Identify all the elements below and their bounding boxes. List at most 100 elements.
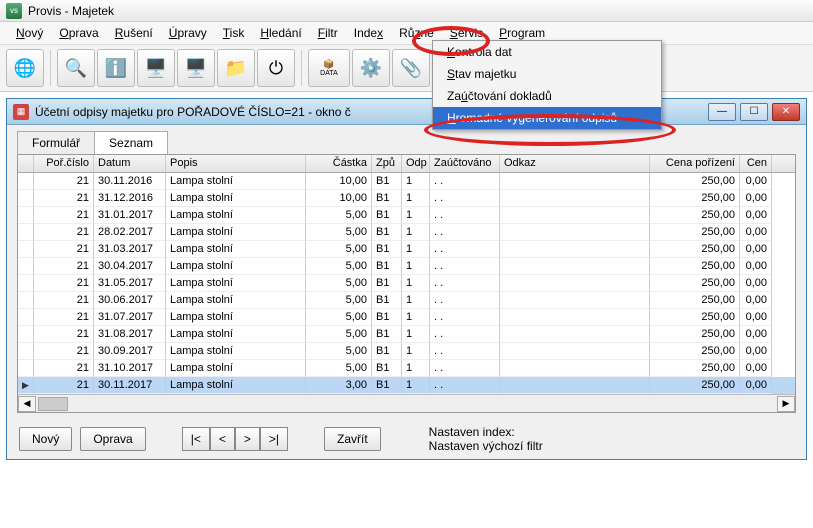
table-row[interactable]: 2128.02.2017Lampa stolní5,00B11. .250,00… bbox=[18, 224, 795, 241]
dropdown-kontrola-dat[interactable]: Kontrola dat bbox=[433, 41, 661, 63]
cell bbox=[18, 292, 34, 309]
cell: ▶ bbox=[18, 377, 34, 394]
toolbar-data-icon[interactable]: 📦DATA bbox=[308, 49, 350, 87]
toolbar-info-icon[interactable]: ℹ️ bbox=[97, 49, 135, 87]
toolbar-search-icon[interactable]: 🔍 bbox=[57, 49, 95, 87]
table-row[interactable]: 2131.01.2017Lampa stolní5,00B11. .250,00… bbox=[18, 207, 795, 224]
table-row[interactable]: 2131.05.2017Lampa stolní5,00B11. .250,00… bbox=[18, 275, 795, 292]
cell: 21 bbox=[34, 258, 94, 275]
toolbar-pc1-icon[interactable]: 🖥️ bbox=[137, 49, 175, 87]
cell: B1 bbox=[372, 207, 402, 224]
horizontal-scrollbar[interactable]: ◀ ▶ bbox=[18, 394, 795, 412]
subwindow-close-button[interactable]: ✕ bbox=[772, 103, 800, 121]
cell: 0,00 bbox=[740, 377, 772, 394]
cell: 21 bbox=[34, 343, 94, 360]
nav-next-button[interactable]: > bbox=[235, 427, 260, 451]
dropdown-stav-majetku[interactable]: Stav majetku bbox=[433, 63, 661, 85]
data-grid: Poř.číslo Datum Popis Částka Způ Odp Zaú… bbox=[17, 154, 796, 413]
table-row[interactable]: 2131.03.2017Lampa stolní5,00B11. .250,00… bbox=[18, 241, 795, 258]
table-row[interactable]: 2131.10.2017Lampa stolní5,00B11. .250,00… bbox=[18, 360, 795, 377]
cell bbox=[18, 326, 34, 343]
cell: B1 bbox=[372, 360, 402, 377]
menu-index[interactable]: Index bbox=[346, 24, 391, 42]
cell: 21 bbox=[34, 377, 94, 394]
cell: 21 bbox=[34, 292, 94, 309]
scroll-thumb[interactable] bbox=[38, 397, 68, 411]
cell: 21 bbox=[34, 275, 94, 292]
menu-upravy[interactable]: Úpravy bbox=[161, 24, 215, 42]
toolbar-globe-icon[interactable]: 🌐 bbox=[6, 49, 44, 87]
scroll-left-icon[interactable]: ◀ bbox=[18, 396, 36, 412]
nav-first-button[interactable]: |< bbox=[182, 427, 210, 451]
col-odkaz[interactable]: Odkaz bbox=[500, 155, 650, 172]
cell: . . bbox=[430, 309, 500, 326]
toolbar-gear-icon[interactable]: ⚙️ bbox=[352, 49, 390, 87]
menu-tisk[interactable]: Tisk bbox=[215, 24, 253, 42]
cell: Lampa stolní bbox=[166, 292, 306, 309]
col-odp[interactable]: Odp bbox=[402, 155, 430, 172]
nav-last-button[interactable]: >| bbox=[260, 427, 288, 451]
subwindow: ▦ Účetní odpisy majetku pro POŘADOVÉ ČÍS… bbox=[6, 98, 807, 460]
toolbar-folder-icon[interactable]: 📁 bbox=[217, 49, 255, 87]
table-row[interactable]: 2131.08.2017Lampa stolní5,00B11. .250,00… bbox=[18, 326, 795, 343]
cell: 250,00 bbox=[650, 377, 740, 394]
cell bbox=[18, 258, 34, 275]
cell: 250,00 bbox=[650, 275, 740, 292]
toolbar-pc2-icon[interactable]: 🖥️ bbox=[177, 49, 215, 87]
table-row[interactable]: 2130.11.2016Lampa stolní10,00B11. .250,0… bbox=[18, 173, 795, 190]
menu-hledani[interactable]: Hledání bbox=[252, 24, 309, 42]
tab-formular[interactable]: Formulář bbox=[17, 131, 95, 154]
cell: . . bbox=[430, 377, 500, 394]
menu-ruseni[interactable]: Rušení bbox=[107, 24, 161, 42]
cell: . . bbox=[430, 173, 500, 190]
cell: Lampa stolní bbox=[166, 275, 306, 292]
col-popis[interactable]: Popis bbox=[166, 155, 306, 172]
status-line-1: Nastaven index: bbox=[429, 425, 543, 439]
menu-ruzne-dropdown: Kontrola dat Stav majetku Zaúčtování dok… bbox=[432, 40, 662, 130]
dropdown-zauctovani-dokladu[interactable]: Zaúčtování dokladů bbox=[433, 85, 661, 107]
col-zpu[interactable]: Způ bbox=[372, 155, 402, 172]
cell bbox=[500, 292, 650, 309]
col-por-cislo[interactable]: Poř.číslo bbox=[34, 155, 94, 172]
table-row[interactable]: 2130.06.2017Lampa stolní5,00B11. .250,00… bbox=[18, 292, 795, 309]
cell bbox=[18, 207, 34, 224]
col-marker[interactable] bbox=[18, 155, 34, 172]
tab-seznam[interactable]: Seznam bbox=[94, 131, 168, 154]
bottom-bar: Nový Oprava |< < > >| Zavřít Nastaven in… bbox=[7, 419, 806, 459]
cell bbox=[500, 360, 650, 377]
dropdown-hromadne-vygenerovani[interactable]: Hromadné vygenerování odpisů bbox=[433, 107, 661, 129]
oprava-button[interactable]: Oprava bbox=[80, 427, 145, 451]
cell: Lampa stolní bbox=[166, 309, 306, 326]
col-castka[interactable]: Částka bbox=[306, 155, 372, 172]
grid-header-row: Poř.číslo Datum Popis Částka Způ Odp Zaú… bbox=[18, 155, 795, 173]
menu-novy[interactable]: Nový bbox=[8, 24, 51, 42]
table-row[interactable]: 2130.09.2017Lampa stolní5,00B11. .250,00… bbox=[18, 343, 795, 360]
table-row[interactable]: ▶2130.11.2017Lampa stolní3,00B11. .250,0… bbox=[18, 377, 795, 394]
subwindow-maximize-button[interactable]: ☐ bbox=[740, 103, 768, 121]
cell: B1 bbox=[372, 275, 402, 292]
toolbar-power-icon[interactable]: ⏻ bbox=[257, 49, 295, 87]
cell bbox=[500, 377, 650, 394]
zavrit-button[interactable]: Zavřít bbox=[324, 427, 381, 451]
cell: . . bbox=[430, 241, 500, 258]
table-row[interactable]: 2131.12.2016Lampa stolní10,00B11. .250,0… bbox=[18, 190, 795, 207]
table-row[interactable]: 2130.04.2017Lampa stolní5,00B11. .250,00… bbox=[18, 258, 795, 275]
col-cen[interactable]: Cen bbox=[740, 155, 772, 172]
col-cena-porizeni[interactable]: Cena pořízení bbox=[650, 155, 740, 172]
cell: . . bbox=[430, 275, 500, 292]
toolbar-clip-icon[interactable]: 📎 bbox=[392, 49, 430, 87]
cell: B1 bbox=[372, 343, 402, 360]
table-row[interactable]: 2131.07.2017Lampa stolní5,00B11. .250,00… bbox=[18, 309, 795, 326]
cell: 1 bbox=[402, 275, 430, 292]
novy-button[interactable]: Nový bbox=[19, 427, 72, 451]
col-zauctovano[interactable]: Zaúčtováno bbox=[430, 155, 500, 172]
subwindow-minimize-button[interactable]: — bbox=[708, 103, 736, 121]
menu-oprava[interactable]: Oprava bbox=[51, 24, 106, 42]
col-datum[interactable]: Datum bbox=[94, 155, 166, 172]
scroll-right-icon[interactable]: ▶ bbox=[777, 396, 795, 412]
cell: 21 bbox=[34, 309, 94, 326]
window-titlebar: vs Provis - Majetek bbox=[0, 0, 813, 22]
cell: . . bbox=[430, 292, 500, 309]
menu-filtr[interactable]: Filtr bbox=[310, 24, 346, 42]
nav-prev-button[interactable]: < bbox=[210, 427, 235, 451]
